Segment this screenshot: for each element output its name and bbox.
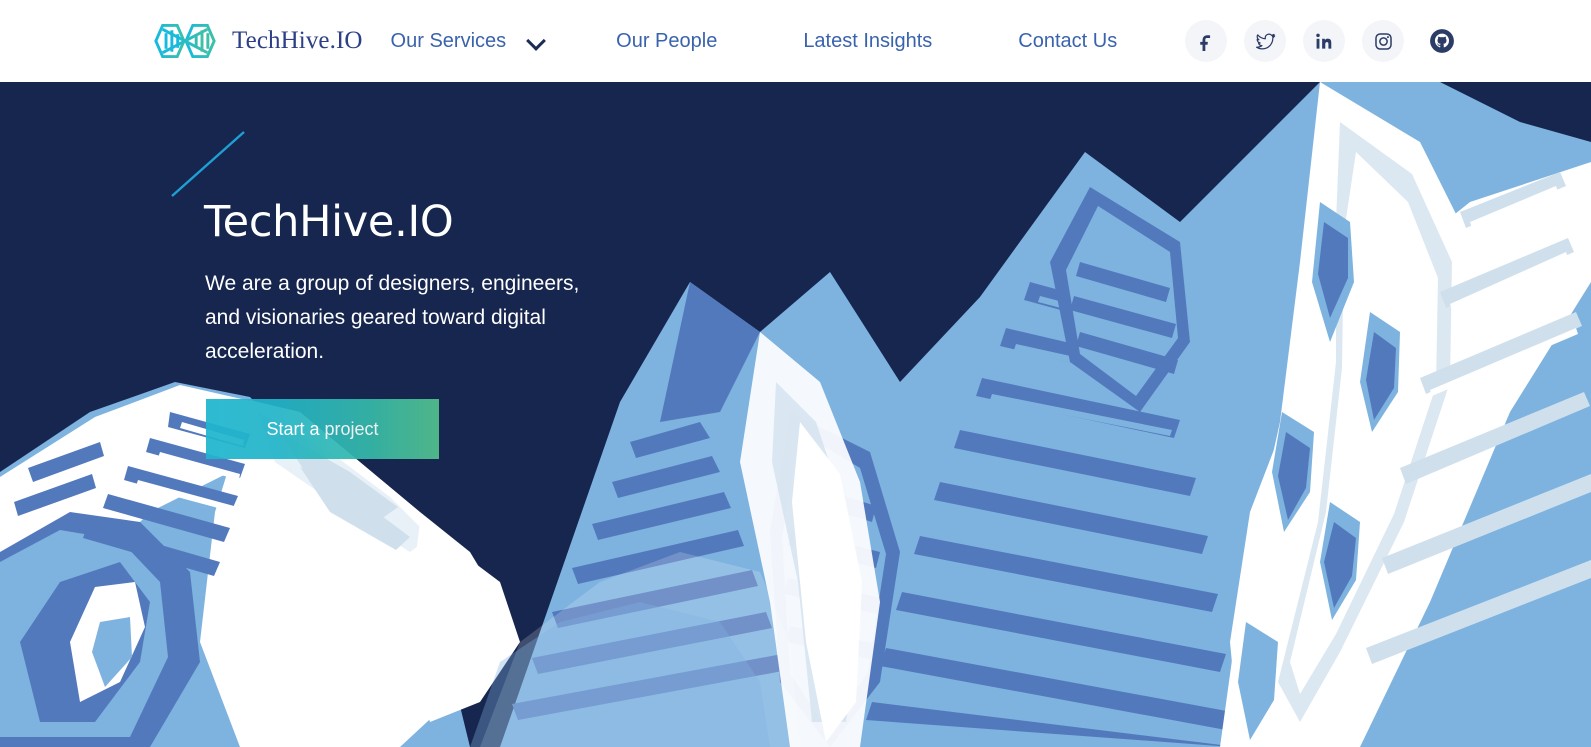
github-link[interactable] (1421, 20, 1463, 62)
chevron-down-icon[interactable] (528, 32, 546, 50)
twitter-link[interactable] (1244, 20, 1286, 62)
site-header: TechHive.IO Our Services Our People Late… (0, 0, 1591, 82)
infinity-hexagon-logo-icon (154, 23, 216, 59)
hero-subtitle: We are a group of designers, engineers, … (205, 272, 580, 364)
start-a-project-button[interactable]: Start a project (206, 399, 439, 460)
brand-logo-link[interactable]: TechHive.IO (150, 19, 363, 63)
facebook-icon (1200, 35, 1211, 51)
nav-item-services-label: Our Services (390, 29, 507, 52)
nav-item-insights[interactable]: Latest Insights (803, 30, 932, 53)
brand-name: TechHive.IO (232, 27, 363, 54)
hero-content: TechHive.IO We are a group of designers,… (168, 131, 808, 460)
nav-item-contact[interactable]: Contact Us (1018, 30, 1117, 53)
twitter-icon (1255, 33, 1275, 49)
page-root: TechHive.IO Our Services Our People Late… (0, 0, 1591, 747)
nav-item-people[interactable]: Our People (616, 30, 717, 53)
facebook-link[interactable] (1185, 20, 1227, 62)
nav-item-services[interactable]: Our Services (391, 30, 507, 53)
instagram-icon (1374, 32, 1392, 50)
linkedin-link[interactable] (1303, 20, 1345, 62)
hero-title: TechHive.IO (204, 197, 454, 247)
linkedin-icon (1315, 33, 1331, 49)
hero-section: TechHive.IO We are a group of designers,… (0, 82, 1591, 747)
instagram-link[interactable] (1362, 20, 1404, 62)
main-nav: Our Services Our People Latest Insights … (391, 30, 1118, 53)
github-icon (1430, 29, 1454, 53)
social-links (1185, 20, 1463, 62)
